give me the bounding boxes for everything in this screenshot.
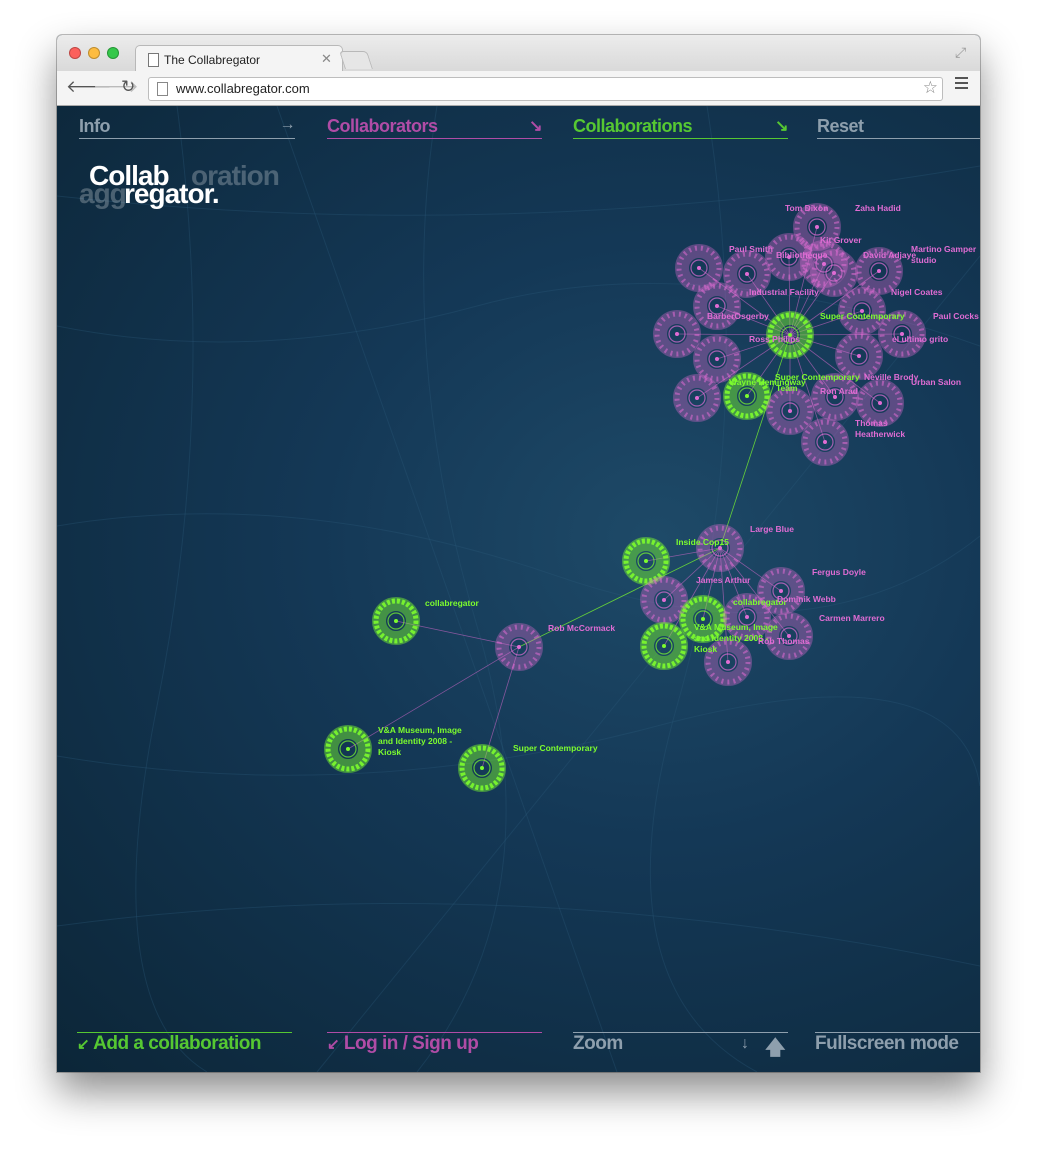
node-label-martino-gamper-1: Martino Gamper	[911, 244, 977, 254]
rob-mccormack-node[interactable]	[495, 623, 543, 671]
super-contemporary-bottom-node[interactable]	[458, 744, 506, 792]
node-label-barberosgerby: BarberOsgerby	[707, 311, 769, 321]
node-label-ron-arad: Ron Arad	[820, 386, 858, 396]
node-label-super-contemporary-top: Super Contemporary	[820, 311, 905, 321]
node-label-carmen-marrero: Carmen Marrero	[819, 613, 885, 623]
down-right-arrow-icon: ↘	[529, 118, 542, 135]
node-label-nigel-coates: Nigel Coates	[891, 287, 943, 297]
zoom-control: Zoom ↓ 🡅	[573, 1032, 788, 1061]
nav-collaborations[interactable]: Collaborations ↘	[573, 116, 788, 139]
node-label-inside-cop15: Inside Cop15	[676, 537, 729, 547]
url-text[interactable]: www.collabregator.com	[176, 81, 310, 96]
tab-close-icon[interactable]: ✕	[321, 51, 332, 67]
tab-title: The Collabregator	[164, 53, 261, 67]
map-viewport[interactable]: Tom Dixon Zaha Hadid Kit Grover Paul Smith B…	[57, 106, 980, 1072]
reload-icon[interactable]: ↻	[121, 77, 135, 97]
neville-brody-node[interactable]	[856, 379, 904, 427]
node-label-urban-salon: Urban Salon	[911, 377, 961, 387]
node-label-va-left-2: and Identity 2008 -	[378, 736, 452, 746]
el-ultimo-grito-node[interactable]	[835, 332, 883, 380]
zoom-in-icon[interactable]: 🡅	[765, 1033, 786, 1067]
browser-window: The Collabregator ✕ ⤢ 🡐 🡒 ↻ www.collabre…	[57, 35, 980, 1072]
map-background: Tom Dixon Zaha HadidKit GroverPaul SmithB…	[57, 106, 980, 1072]
node-label-tom-dixon: Tom Dixon	[785, 203, 828, 213]
node-label-fergus-doyle: Fergus Doyle	[812, 567, 866, 577]
nav-info-label: Info	[79, 116, 111, 136]
inside-cop15-node[interactable]	[622, 537, 670, 585]
collabregator-left-node[interactable]	[372, 597, 420, 645]
james-arthur-node[interactable]	[640, 576, 688, 624]
node-label-paul-smith: Paul Smith	[729, 244, 773, 254]
browser-tab[interactable]: The Collabregator ✕	[135, 45, 343, 74]
urban-salon-node[interactable]	[673, 374, 721, 422]
new-tab-button[interactable]	[339, 51, 373, 69]
star-icon[interactable]: ☆	[923, 78, 938, 98]
zoom-window-button[interactable]	[107, 47, 119, 59]
node-label-industrial-facility: Industrial Facility	[749, 287, 819, 297]
fullscreen-mode-label: Fullscreen mode	[815, 1033, 959, 1054]
node-label-paul-cocksedge: Paul Cocks	[933, 311, 979, 321]
down-right-arrow-icon: ↘	[775, 118, 788, 135]
page-icon	[148, 53, 159, 67]
fullscreen-mode-button[interactable]: Fullscreen mode	[815, 1032, 980, 1061]
hamburger-menu-icon[interactable]	[955, 77, 968, 92]
node-label-va-left-3: Kiosk	[378, 747, 401, 757]
node-label-james-arthur: James Arthur	[696, 575, 751, 585]
nav-collaborators-label: Collaborators	[327, 116, 438, 136]
site-logo: oration agg Collab regator.	[79, 160, 280, 220]
node-label-rob-thomas: Rob Thomas	[758, 636, 810, 646]
barberosgerby-node[interactable]	[653, 310, 701, 358]
nav-info[interactable]: Info →	[79, 116, 295, 139]
add-collaboration-button[interactable]: ↙ Add a collaboration	[77, 1032, 292, 1061]
down-left-arrow-icon: ↙	[77, 1036, 90, 1053]
node-label-collabregator-left: collabregator	[425, 598, 480, 608]
node-label-el-ultimo-grito: el ultimo grito	[892, 334, 948, 344]
add-collaboration-label: Add a collaboration	[93, 1033, 262, 1054]
browser-toolbar: 🡐 🡒 ↻ www.collabregator.com ☆	[57, 71, 980, 106]
nav-collaborators[interactable]: Collaborators ↘	[327, 116, 542, 139]
login-signup-label: Log in / Sign up	[343, 1033, 479, 1054]
large-blue-node[interactable]	[696, 524, 744, 572]
nav-collaborations-label: Collaborations	[573, 116, 693, 136]
paul-smith-node[interactable]	[675, 244, 723, 292]
node-label-va-left-1: V&A Museum, Image	[378, 725, 462, 735]
zoom-label: Zoom	[573, 1033, 623, 1054]
node-label-va-mid-3: Kiosk	[694, 644, 717, 654]
node-label-bibliotheque: Bibliotheque	[776, 250, 828, 260]
ross-philips-node[interactable]	[693, 335, 741, 383]
close-window-button[interactable]	[69, 47, 81, 59]
nav-reset[interactable]: Reset	[817, 116, 980, 139]
node-label-zaha-hadid: Zaha Hadid	[855, 203, 901, 213]
right-arrow-icon: →	[279, 116, 296, 133]
fullscreen-toggle-icon[interactable]: ⤢	[955, 44, 966, 61]
node-label-thomas-heatherwick-1: Thomas	[855, 418, 888, 428]
node-label-david-adjaye: David Adjaye	[863, 250, 916, 260]
sc-team-node[interactable]	[766, 387, 814, 435]
va-left-node[interactable]	[324, 725, 372, 773]
logo-main-bottom: regator.	[124, 178, 220, 209]
node-label-va-mid-1: V&A Museum, Image	[694, 622, 778, 632]
page-icon	[157, 82, 168, 96]
node-label-wayne-hemingway: Wayne Hemingway	[729, 377, 806, 387]
ron-arad-node[interactable]	[811, 373, 859, 421]
graph-edges	[347, 226, 903, 769]
minimize-window-button[interactable]	[88, 47, 100, 59]
va-mid-node[interactable]	[640, 622, 688, 670]
title-bar: The Collabregator ✕ ⤢	[57, 35, 980, 74]
node-label-dominik-webb: Dominik Webb	[777, 594, 836, 604]
address-bar[interactable]: www.collabregator.com ☆	[148, 77, 943, 101]
login-signup-button[interactable]: ↙ Log in / Sign up	[327, 1032, 542, 1061]
zoom-out-icon[interactable]: ↓	[741, 1035, 749, 1053]
nav-reset-label: Reset	[817, 116, 864, 136]
node-label-large-blue: Large Blue	[750, 524, 794, 534]
node-label-martino-gamper-2: studio	[911, 255, 937, 265]
node-label-thomas-heatherwick-2: Heatherwick	[855, 429, 905, 439]
node-label-rob-mccormack: Rob McCormack	[548, 623, 615, 633]
down-left-arrow-icon: ↙	[327, 1036, 340, 1053]
node-label-super-contemporary-bottom: Super Contemporary	[513, 743, 598, 753]
thomas-heatherwick-node[interactable]	[801, 418, 849, 466]
node-label-ross-philips: Ross Philips	[749, 334, 800, 344]
node-label-kit-grover: Kit Grover	[820, 235, 862, 245]
